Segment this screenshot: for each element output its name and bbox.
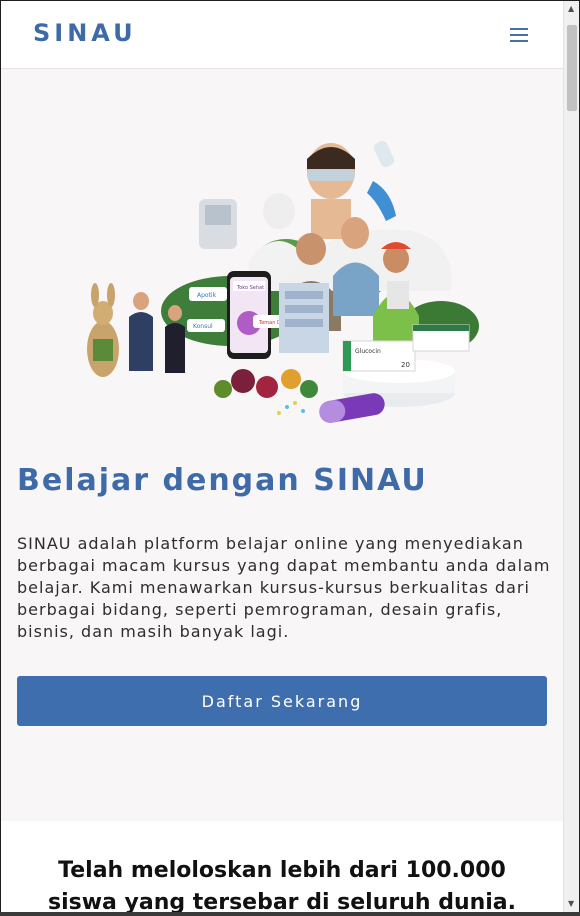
scroll-up-arrow-icon[interactable]: ▲ [568, 4, 574, 14]
stats-title: Telah meloloskan lebih dari 100.000 sisw… [47, 858, 517, 913]
navbar: SINAU [1, 1, 563, 69]
hero-title: Belajar dengan SINAU [17, 463, 428, 498]
register-button[interactable]: Daftar Sekarang [17, 676, 547, 726]
page-viewport: SINAU Toko Sehat Apotik Konsul Teman Glu… [1, 1, 563, 913]
hero-section: Toko Sehat Apotik Konsul Teman Diabetes [1, 69, 563, 821]
hero-illustration: Toko Sehat Apotik Konsul Teman Diabetes [87, 141, 479, 423]
hero-description: SINAU adalah platform belajar online yan… [17, 534, 551, 641]
medicine-box-label: Glucocin [355, 348, 381, 355]
stats-section: Telah meloloskan lebih dari 100.000 sisw… [1, 821, 563, 913]
phone-text-toko-sehat: Toko Sehat [236, 285, 264, 291]
badge-konsul: Konsul [193, 323, 213, 330]
hamburger-menu-icon[interactable] [508, 25, 530, 45]
scroll-down-arrow-icon[interactable]: ▼ [568, 899, 574, 909]
brand-logo[interactable]: SINAU [33, 19, 137, 47]
taskbar-strip [0, 912, 580, 916]
badge-apotik: Apotik [197, 292, 217, 299]
browser-window: SINAU Toko Sehat Apotik Konsul Teman Glu… [0, 0, 580, 914]
vertical-scrollbar[interactable]: ▲ ▼ [563, 1, 579, 913]
medicine-box-number: 20 [401, 361, 410, 369]
scrollbar-thumb[interactable] [567, 25, 577, 111]
